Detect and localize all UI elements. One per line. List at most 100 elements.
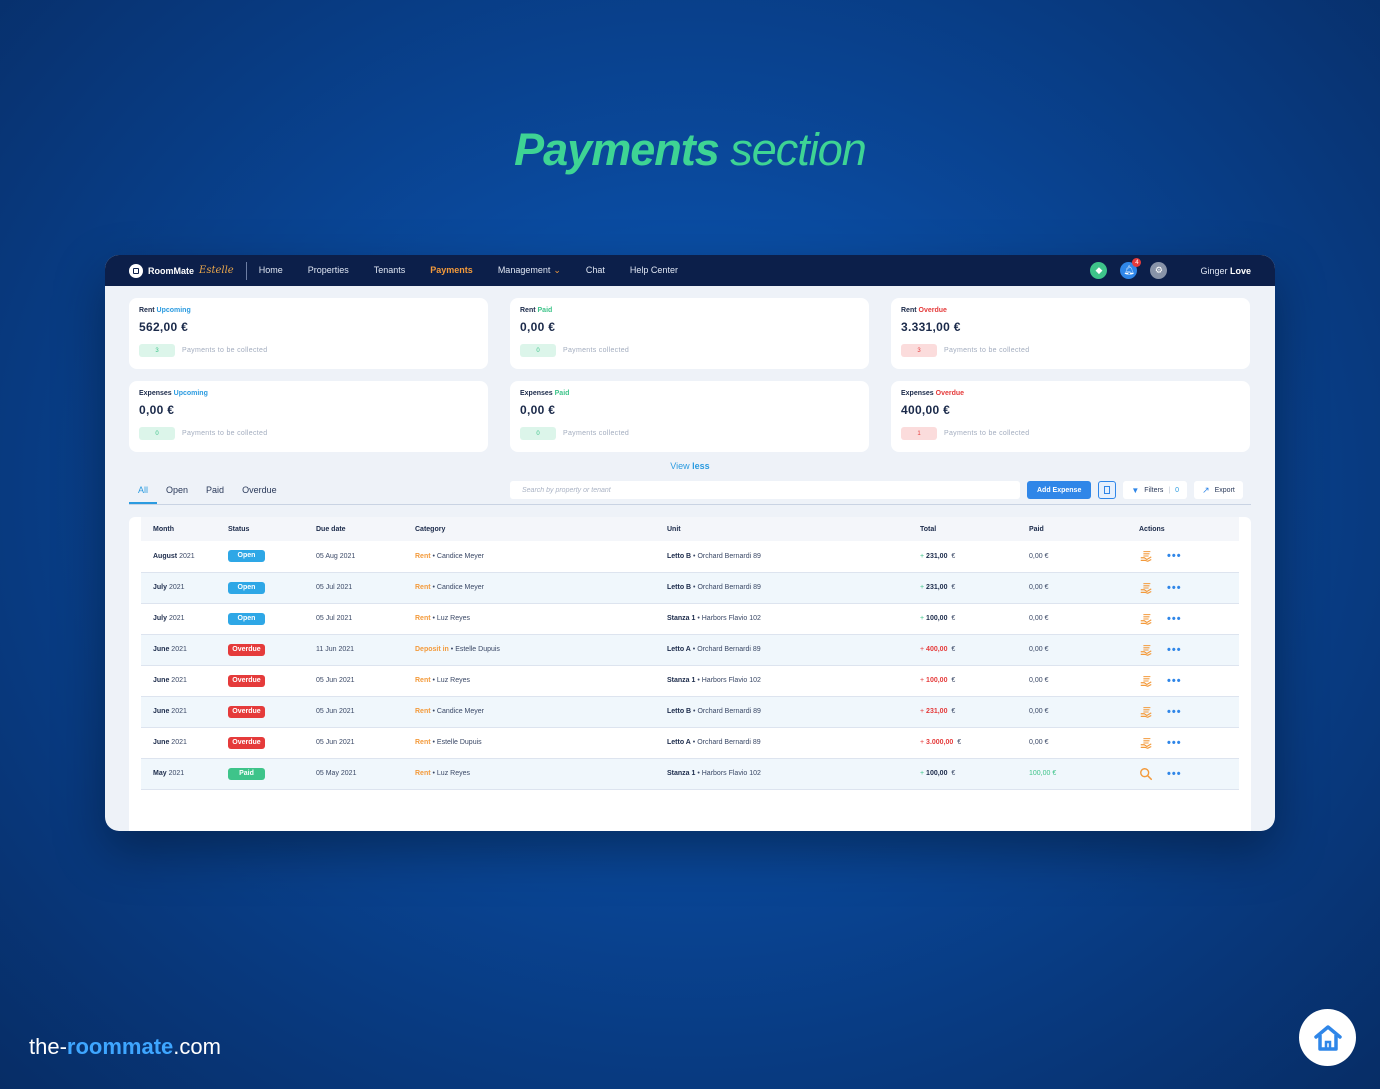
table-row[interactable]: May 2021 Paid 05 May 2021 Rent • Luz Reyes S… [141, 758, 1239, 790]
nav-home[interactable]: Home [259, 265, 283, 276]
cell-due-date: 05 May 2021 [304, 758, 403, 790]
table-row[interactable]: June 2021 Overdue 11 Jun 2021 Deposit in • … [141, 634, 1239, 666]
collect-payment-icon[interactable] [1139, 581, 1153, 595]
export-arrow-icon: ↗ [1202, 484, 1210, 495]
total-currency: € [951, 584, 956, 591]
cell-month: August 2021 [141, 541, 216, 573]
more-options-icon[interactable]: ••• [1167, 675, 1182, 687]
tab-open[interactable]: Open [157, 485, 197, 504]
header-unit[interactable]: Unit [655, 517, 908, 541]
header-due-date[interactable]: Due date [304, 517, 403, 541]
nav-help-center[interactable]: Help Center [630, 265, 678, 276]
month-year: 2021 [168, 770, 185, 777]
total-amount: 231,00 [926, 708, 948, 715]
summary-card[interactable]: Expenses Overdue 400,00 € 1 Payments to be … [891, 381, 1250, 452]
tab-overdue[interactable]: Overdue [233, 485, 286, 504]
diamond-icon[interactable]: ◆ [1090, 262, 1108, 279]
cell-total: + 100,00 € [908, 603, 1017, 635]
header-paid[interactable]: Paid [1017, 517, 1127, 541]
cell-unit: Letto B • Orchard Bernardi 89 [655, 572, 908, 604]
total-amount: 100,00 [926, 770, 948, 777]
category-person: Candice Meyer [436, 584, 484, 591]
summary-card[interactable]: Rent Paid 0,00 € 0 Payments collected [510, 298, 869, 369]
cell-paid: 0,00 € [1017, 634, 1127, 666]
card-count: 0 [520, 427, 556, 440]
nav-management[interactable]: Management [498, 265, 561, 276]
cell-month: June 2021 [141, 727, 216, 759]
nav-tenants[interactable]: Tenants [374, 265, 406, 276]
app-logo[interactable]: RoomMate Estelle [129, 261, 247, 280]
unit-name: Letto B [667, 552, 692, 560]
more-options-icon[interactable]: ••• [1167, 768, 1182, 780]
header-category[interactable]: Category [403, 517, 655, 541]
total-amount: 3.000,00 [926, 739, 954, 746]
view-less-link[interactable]: View less [105, 461, 1275, 471]
cell-unit: Stanza 1 • Harbors Flavio 102 [655, 758, 908, 790]
search-icon[interactable] [1139, 767, 1153, 781]
cell-due-date: 05 Jul 2021 [304, 603, 403, 635]
filters-button[interactable]: ▼ Filters | 0 [1123, 481, 1188, 499]
nav-properties[interactable]: Properties [308, 265, 349, 276]
logo-text: RoomMate [148, 265, 195, 276]
header-month[interactable]: Month [141, 517, 216, 541]
collect-payment-icon[interactable] [1139, 705, 1153, 719]
collect-payment-icon[interactable] [1139, 674, 1153, 688]
table-row[interactable]: June 2021 Overdue 05 Jun 2021 Rent • Estell… [141, 727, 1239, 759]
more-options-icon[interactable]: ••• [1167, 644, 1182, 656]
card-footer: 0 Payments collected [520, 427, 859, 440]
table-row[interactable]: June 2021 Overdue 05 Jun 2021 Rent • Candic… [141, 696, 1239, 728]
cell-paid: 0,00 € [1017, 603, 1127, 635]
table-row[interactable]: August 2021 Open 05 Aug 2021 Rent • Candice… [141, 541, 1239, 573]
more-options-icon[interactable]: ••• [1167, 613, 1182, 625]
bell-icon[interactable]: 🔔︎ 4 [1120, 258, 1142, 279]
collect-payment-icon[interactable] [1139, 612, 1153, 626]
cell-actions: ••• [1127, 572, 1239, 604]
category-type: Rent [415, 615, 431, 622]
summary-card[interactable]: Expenses Upcoming 0,00 € 0 Payments to be c… [129, 381, 488, 452]
add-expense-button[interactable]: Add Expense [1027, 481, 1092, 499]
collect-payment-icon[interactable] [1139, 643, 1153, 657]
category-person: Luz Reyes [436, 770, 470, 777]
collect-payment-icon[interactable] [1139, 736, 1153, 750]
more-options-icon[interactable]: ••• [1167, 737, 1182, 749]
tab-all[interactable]: All [129, 485, 158, 504]
more-options-icon[interactable]: ••• [1167, 582, 1182, 594]
cell-unit: Letto B • Orchard Bernardi 89 [655, 696, 908, 728]
cell-total: + 100,00 € [908, 665, 1017, 697]
summary-card[interactable]: Rent Upcoming 562,00 € 3 Payments to be col… [129, 298, 488, 369]
document-icon[interactable] [1098, 481, 1117, 499]
nav-payments[interactable]: Payments [430, 265, 473, 276]
category-person: Candice Meyer [436, 552, 484, 560]
table-row[interactable]: July 2021 Open 05 Jul 2021 Rent • Luz Reyes… [141, 603, 1239, 635]
unit-address: Harbors Flavio 102 [701, 770, 761, 777]
search-input[interactable] [510, 481, 1020, 499]
more-options-icon[interactable]: ••• [1167, 706, 1182, 718]
cell-unit: Letto A • Orchard Bernardi 89 [655, 727, 908, 759]
header-status[interactable]: Status [216, 517, 304, 541]
cell-total: + 3.000,00 € [908, 727, 1017, 759]
collect-payment-icon[interactable] [1139, 549, 1153, 563]
tab-paid[interactable]: Paid [197, 485, 233, 504]
month-name: June [153, 739, 170, 746]
status-badge: Overdue [228, 674, 265, 687]
summary-card[interactable]: Expenses Paid 0,00 € 0 Payments collected [510, 381, 869, 452]
total-sign: + [920, 552, 925, 560]
export-button[interactable]: ↗ Export [1194, 481, 1243, 499]
filters-label: Filters [1144, 486, 1164, 494]
user-name[interactable]: Ginger Love [1200, 266, 1251, 276]
table-row[interactable]: June 2021 Overdue 05 Jun 2021 Rent • Luz Re… [141, 665, 1239, 697]
summary-card[interactable]: Rent Overdue 3.331,00 € 3 Payments to be co… [891, 298, 1250, 369]
card-kind: Rent [139, 307, 155, 314]
nav-chat[interactable]: Chat [586, 265, 605, 276]
category-type: Rent [415, 770, 431, 777]
total-currency: € [957, 739, 962, 746]
url-prefix: the- [29, 1034, 67, 1059]
month-name: August [153, 552, 178, 560]
header-total[interactable]: Total [908, 517, 1017, 541]
cell-due-date: 05 Jun 2021 [304, 665, 403, 697]
table-row[interactable]: July 2021 Open 05 Jul 2021 Rent • Candice M… [141, 572, 1239, 604]
cell-status: Overdue [216, 665, 304, 697]
gear-icon[interactable]: ⚙ [1150, 262, 1168, 279]
month-name: July [153, 584, 168, 591]
more-options-icon[interactable]: ••• [1167, 550, 1182, 562]
